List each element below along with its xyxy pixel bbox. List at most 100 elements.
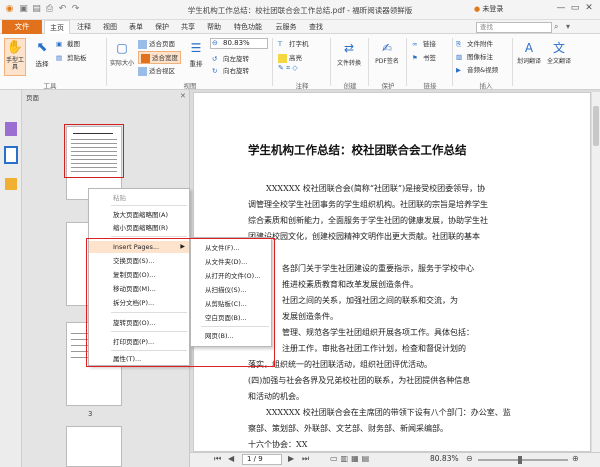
fit-page-label: 适合页面 [149,40,175,48]
group-label-comment: 注释 [295,82,309,90]
media-icon: ▶ [456,65,461,74]
thumbnail-page-number: 3 [88,410,93,418]
file-convert-button[interactable]: ⇄ 文件转换 [336,38,362,78]
maximize-button[interactable]: ▭ [568,3,582,13]
tab-home[interactable]: 主页 [44,20,70,34]
link-label: 链接 [423,40,436,48]
tab-cloud[interactable]: 云服务 [270,20,302,34]
print-icon[interactable]: ⎙ [44,4,55,15]
window-controls: — ▭ ✕ [554,3,596,13]
panel-close-icon[interactable]: ✕ [180,92,186,100]
doc-line: XXXXXX 校社团联合会在主席团的带领下设有八个部门：办公室、监 [266,408,511,417]
link-button[interactable]: ∞ 链接 [412,38,436,49]
next-page-icon[interactable]: ▶ [288,454,294,463]
select-button[interactable]: ⬉ 选择 [32,38,52,76]
typewriter-button[interactable]: T 打字机 [278,38,309,49]
file-attach-button[interactable]: ⎘ 文件附件 [456,38,493,49]
user-icon: ● [474,5,481,13]
file-menu[interactable]: 文件 [2,20,42,34]
zoom-out-icon[interactable]: ⊖ [212,39,218,47]
tab-features[interactable]: 特色功能 [228,20,268,34]
highlight-label: 高亮 [289,54,302,62]
rotate-left-button[interactable]: ↺ 向左旋转 [212,53,249,64]
divider [368,38,369,86]
window-title: 学生机构工作总结：校社团联合会工作总结.pdf - 福昕阅读器领鲜版 [187,6,413,15]
divider [272,38,273,86]
prev-page-icon[interactable]: ◀ [228,454,234,463]
save-icon[interactable]: ▤ [31,4,42,15]
document-title: 学生机构工作总结：校社团联合会工作总结 [248,143,467,157]
clipboard-button[interactable]: ▤ 剪贴板 [56,52,87,63]
image-icon: ▨ [456,52,463,61]
close-button[interactable]: ✕ [582,3,596,13]
hand-tool-button[interactable]: ✋ 手型工具 [4,38,26,76]
tab-form[interactable]: 表单 [124,20,148,34]
status-zoom-value[interactable]: 80.83% [430,454,459,463]
fit-width-label: 适合宽度 [152,54,178,62]
reflow-icon: ☰ [190,41,202,55]
comment-tools-icon[interactable]: ✎ ⌗ ◇ [278,64,298,73]
typewriter-label: 打字机 [289,40,309,48]
zoom-out-icon[interactable]: ⊖ [466,454,473,463]
attachments-panel-icon[interactable] [5,178,17,190]
app-logo-icon: ◉ [5,4,14,14]
zoom-select[interactable]: 80.83% [210,38,268,49]
image-annot-button[interactable]: ▨ 图像标注 [456,51,493,62]
last-page-icon[interactable]: ⏭ [302,454,309,464]
audio-video-button[interactable]: ▶ 音频&视频 [456,64,498,75]
search-input[interactable]: 查找 [476,22,552,33]
zoom-in-icon[interactable]: ⊕ [572,454,579,463]
bookmark-button[interactable]: ⚑ 书签 [412,52,436,63]
vertical-scrollbar[interactable] [591,92,600,452]
screenshot-button[interactable]: ▣ 截图 [56,38,80,49]
zoom-slider[interactable] [478,456,568,464]
view-mode-icons[interactable]: ▭▥▦▤ [330,454,372,463]
user-badge[interactable]: ● 未登录 [474,3,524,16]
full-translate-button[interactable]: 文 全文翻译 [546,38,572,78]
divider [106,38,107,86]
page-number-input[interactable]: 1 / 9 [242,454,282,465]
highlight-button[interactable]: 高亮 [278,52,302,63]
tab-view[interactable]: 视图 [98,20,122,34]
open-icon[interactable]: ▣ [18,4,29,15]
fit-width-button[interactable]: 适合宽度 [138,51,181,64]
tab-comment[interactable]: 注释 [72,20,96,34]
fit-visible-button[interactable]: 适合视区 [138,65,175,76]
fit-page-button[interactable]: 适合页面 [138,38,175,49]
search-icon[interactable]: ⌕ [554,22,558,32]
menu-item-shrink-thumbnail[interactable]: 缩小页面缩略图(R) [89,222,189,234]
redo-icon[interactable]: ↷ [70,4,81,15]
rotate-left-label: 向左旋转 [223,55,249,63]
fit-visible-icon [138,66,147,76]
doc-line: 社团之间的关系，加强社团之间的联系和交流，为 [282,296,458,305]
scrollbar-thumb[interactable] [593,106,599,146]
search-options-icon[interactable]: ▾ [566,22,570,31]
bookmark-icon: ⚑ [412,53,418,62]
divider [330,38,331,86]
rotate-right-button[interactable]: ↻ 向右旋转 [212,65,249,76]
group-label-create: 创建 [343,82,357,90]
pages-panel-icon[interactable] [4,146,18,164]
minimize-button[interactable]: — [554,3,568,13]
tab-protect[interactable]: 保护 [150,20,174,34]
tab-share[interactable]: 共享 [176,20,200,34]
tab-help[interactable]: 帮助 [202,20,226,34]
word-translate-button[interactable]: A 划词翻译 [516,38,542,78]
hand-tool-label: 手型工具 [5,57,24,71]
pdf-sign-icon: ✍ [381,41,393,55]
pdf-sign-label: PDF签名 [375,58,399,65]
divider [512,38,513,86]
reflow-button[interactable]: ☰ 重排 [186,38,206,78]
actual-size-button[interactable]: ▢ 实际大小 [110,38,134,78]
group-label-tools: 工具 [43,82,57,90]
page-thumbnail[interactable] [66,426,122,467]
first-page-icon[interactable]: ⏮ [214,454,221,464]
menu-item-paste[interactable]: 粘贴 [89,192,189,204]
doc-line: XXXXXX 校社团联合会(简称“社团联”)是接受校团委领导，协 [266,184,486,193]
bookmarks-panel-icon[interactable] [5,122,17,136]
menu-item-enlarge-thumbnail[interactable]: 放大页面缩略图(A) [89,209,189,221]
undo-icon[interactable]: ↶ [57,4,68,15]
tab-find[interactable]: 查找 [304,20,328,34]
pdf-sign-button[interactable]: ✍ PDF签名 [374,38,400,78]
zoom-slider-handle[interactable] [518,456,522,464]
